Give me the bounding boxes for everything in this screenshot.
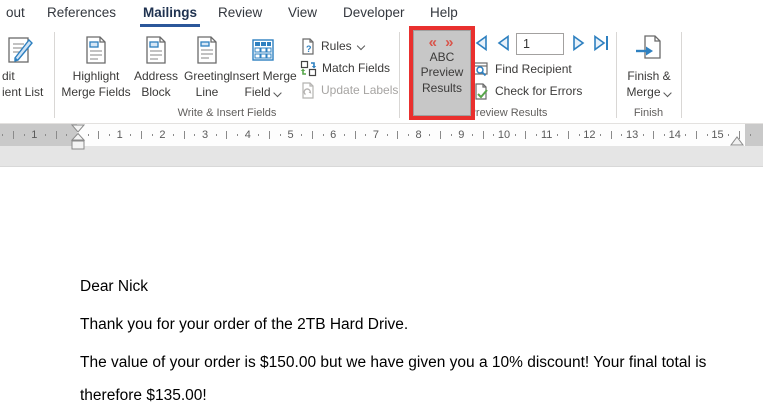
find-recipient-label: Find Recipient — [495, 62, 572, 76]
svg-text:?: ? — [306, 44, 312, 54]
update-labels-icon — [300, 82, 316, 99]
finish-merge-icon — [620, 34, 678, 66]
greeting-line-label: Greeting — [184, 69, 230, 84]
document-greeting-icon — [182, 34, 232, 66]
greeting-line-label: Line — [196, 85, 219, 100]
chevron-down-icon — [357, 42, 365, 50]
match-fields-label: Match Fields — [322, 61, 390, 75]
first-record-button[interactable] — [470, 33, 490, 53]
tab-help[interactable]: Help — [427, 0, 461, 27]
document-line: The value of your order is $150.00 but w… — [80, 346, 733, 379]
document-paragraph: The value of your order is $150.00 but w… — [80, 346, 733, 406]
address-block-button[interactable]: Address Block — [130, 30, 182, 118]
group-separator — [616, 32, 617, 118]
highlight-merge-fields-button[interactable]: Highlight Merge Fields — [62, 30, 130, 118]
group-separator — [681, 32, 682, 118]
preview-results-button[interactable]: « » ABC Preview Results — [413, 30, 471, 116]
right-indent-marker[interactable] — [731, 137, 743, 145]
finish-and-merge-label: Finish & — [627, 69, 670, 84]
edit-recipient-list-icon — [0, 34, 46, 66]
chevron-down-icon — [664, 89, 672, 97]
highlight-merge-fields-label: Merge Fields — [61, 85, 130, 100]
greeting-line-button[interactable]: Greeting Line — [182, 30, 232, 118]
rules-button[interactable]: ? Rules — [300, 36, 365, 56]
chevron-down-icon — [274, 89, 282, 97]
preview-results-label: Results — [422, 80, 462, 96]
preview-chevrons-icon: « » — [429, 36, 456, 50]
insert-merge-field-button[interactable]: Insert Merge Field — [232, 30, 294, 118]
tab-view[interactable]: View — [285, 0, 320, 27]
highlight-merge-fields-label: Highlight — [73, 69, 120, 84]
finish-and-merge-button[interactable]: Finish & Merge — [620, 30, 678, 118]
document-line: Thank you for your order of the 2TB Hard… — [80, 308, 733, 341]
insert-merge-field-label: Field — [244, 85, 281, 100]
merge-field-grid-icon — [232, 34, 294, 66]
edit-recipient-list-button[interactable]: dit ient List — [0, 30, 46, 118]
rules-icon: ? — [300, 38, 316, 55]
record-number-input[interactable] — [516, 33, 564, 55]
tab-developer[interactable]: Developer — [340, 0, 408, 27]
check-for-errors-icon — [473, 83, 490, 100]
preview-results-label: Preview — [421, 64, 464, 80]
previous-record-button[interactable] — [493, 33, 513, 53]
highlight-annotation-box: « » ABC Preview Results — [409, 26, 475, 120]
rules-label: Rules — [321, 39, 352, 53]
check-for-errors-button[interactable]: Check for Errors — [473, 81, 582, 101]
ribbon-tab-bar: out References Mailings Review View Deve… — [0, 0, 763, 28]
word-window: out References Mailings Review View Deve… — [0, 0, 763, 406]
next-record-button[interactable] — [569, 33, 589, 53]
find-recipient-button[interactable]: Find Recipient — [473, 59, 572, 79]
tab-mailings[interactable]: Mailings — [140, 0, 200, 27]
document-address-icon — [130, 34, 182, 66]
ruler-strip: 1123456789101112131415 — [0, 124, 763, 166]
check-for-errors-label: Check for Errors — [495, 84, 582, 98]
document-merge-field-icon — [62, 34, 130, 66]
group-separator — [54, 32, 55, 118]
abc-icon: ABC — [430, 50, 455, 64]
address-block-label: Block — [141, 85, 170, 100]
document-page[interactable]: Dear Nick Thank you for your order of th… — [0, 166, 763, 406]
ruler-markers — [0, 124, 763, 166]
finish-and-merge-label: Merge — [626, 85, 671, 100]
update-labels-button: Update Labels — [300, 80, 398, 100]
group-separator — [399, 32, 400, 118]
tab-layout-partial[interactable]: out — [3, 0, 28, 27]
tab-review[interactable]: Review — [215, 0, 265, 27]
insert-merge-field-label: Insert Merge — [229, 69, 296, 84]
match-fields-icon — [300, 60, 317, 77]
edit-recipient-list-label: dit — [2, 69, 15, 84]
address-block-label: Address — [134, 69, 178, 84]
update-labels-label: Update Labels — [321, 83, 398, 97]
edit-recipient-list-label: ient List — [2, 85, 43, 100]
first-line-indent-marker[interactable] — [72, 125, 84, 132]
group-label-finish: Finish — [616, 107, 681, 119]
document-line: Dear Nick — [80, 270, 733, 303]
document-line: therefore $135.00! — [80, 379, 733, 406]
last-record-button[interactable] — [591, 33, 611, 53]
find-recipient-icon — [473, 61, 490, 77]
match-fields-button[interactable]: Match Fields — [300, 58, 390, 78]
hanging-indent-marker[interactable] — [72, 134, 84, 150]
mailings-ribbon: dit ient List Highlight Merge Fields — [0, 28, 763, 124]
tab-references[interactable]: References — [44, 0, 119, 27]
group-label-write-insert-fields: Write & Insert Fields — [54, 107, 400, 119]
